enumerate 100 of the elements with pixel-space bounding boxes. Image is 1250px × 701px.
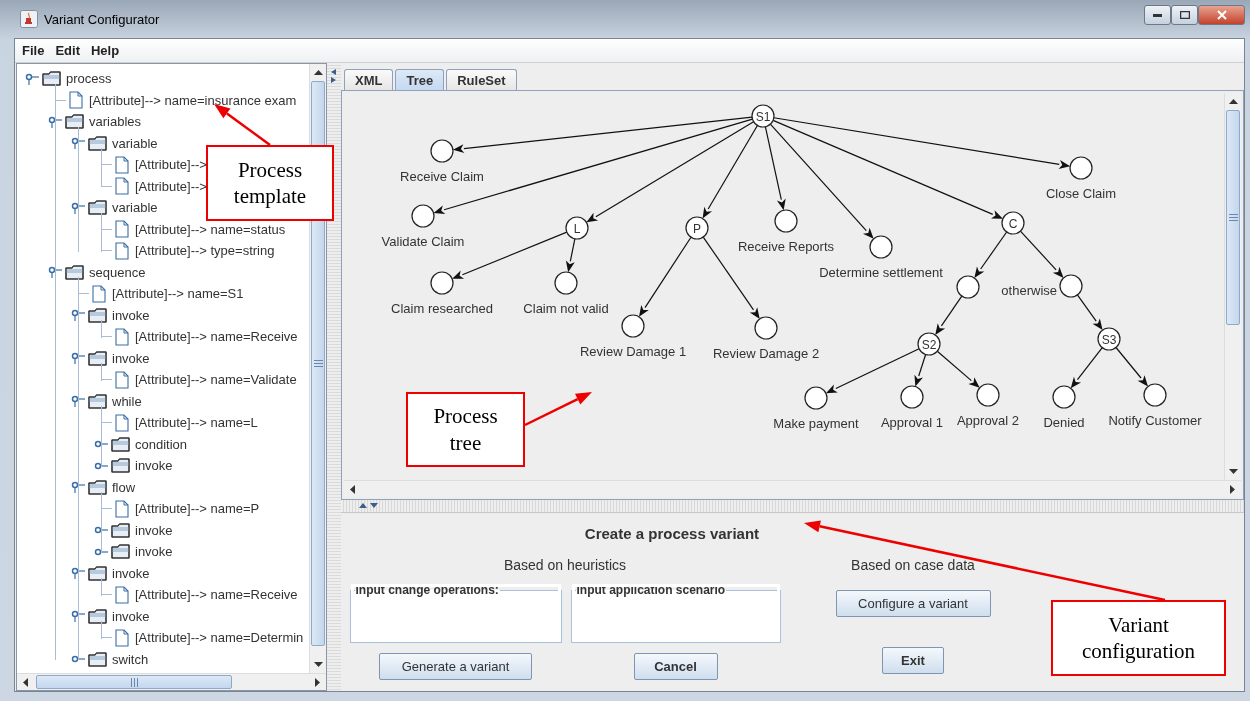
file-icon xyxy=(115,413,129,432)
expanded-handle-icon[interactable] xyxy=(25,72,40,85)
tree-node-label[interactable]: [Attribute]--> name=Determin xyxy=(135,630,304,646)
close-button[interactable] xyxy=(1198,5,1245,25)
tree-node-label[interactable]: sequence xyxy=(89,264,146,280)
file-icon xyxy=(115,177,129,196)
tree-node-label[interactable]: flow xyxy=(112,479,136,495)
tree-node-label[interactable]: invoke xyxy=(135,458,173,474)
tab[interactable]: XML xyxy=(344,69,394,90)
folder-icon xyxy=(65,264,84,280)
tree-node: S3 xyxy=(1097,327,1121,351)
menu-item[interactable]: Help xyxy=(90,43,120,58)
expanded-handle-icon[interactable] xyxy=(71,201,86,214)
tree-edge xyxy=(936,350,980,388)
section-heading: Based on heuristics xyxy=(503,557,627,575)
folder-icon xyxy=(88,307,107,323)
tree-node: P xyxy=(685,216,709,240)
tree-node-label[interactable]: [Attribute]--> xyxy=(135,157,207,173)
scroll-left-icon[interactable] xyxy=(23,678,28,687)
expanded-handle-icon[interactable] xyxy=(48,266,63,279)
action-button[interactable]: Configure a variant xyxy=(835,590,991,617)
tree-node xyxy=(621,314,645,338)
scroll-grip-icon xyxy=(313,360,323,367)
tree-node-label[interactable]: [Attribute]--> name=Receive xyxy=(135,329,298,345)
file-icon xyxy=(115,241,129,260)
tree-node-label[interactable]: [Attribute]--> name=Validate xyxy=(135,372,297,388)
scroll-right-icon[interactable] xyxy=(315,678,320,687)
file-icon xyxy=(115,370,129,389)
node-label: Close Claim xyxy=(1045,186,1117,201)
tree-node-label[interactable]: variable xyxy=(112,135,158,151)
folder-icon xyxy=(42,71,61,87)
maximize-button[interactable] xyxy=(1171,5,1198,25)
node-label: Receive Claim xyxy=(400,169,484,184)
tree-node-label[interactable]: variable xyxy=(112,200,158,216)
file-icon xyxy=(115,585,129,604)
callout: Process tree xyxy=(406,392,525,467)
expanded-handle-icon[interactable] xyxy=(71,567,86,580)
expanded-handle-icon[interactable] xyxy=(71,137,86,150)
tab[interactable]: Tree xyxy=(395,69,445,90)
tree-node-label[interactable]: invoke xyxy=(112,307,150,323)
menu-item[interactable]: Edit xyxy=(55,43,80,58)
expanded-handle-icon[interactable] xyxy=(71,395,86,408)
scroll-left-icon[interactable] xyxy=(350,485,355,494)
horizontal-scrollbar[interactable] xyxy=(17,673,326,690)
menu-item[interactable]: File xyxy=(22,43,45,58)
close-icon xyxy=(1216,10,1227,20)
vertical-scrollbar[interactable] xyxy=(1224,93,1241,480)
tree-node-label[interactable]: while xyxy=(112,393,142,409)
tree-node-label[interactable]: variables xyxy=(89,114,142,130)
tree-node-label[interactable]: [Attribute]--> name=Receive xyxy=(135,587,298,603)
node-label: Approval 2 xyxy=(956,413,1020,428)
action-button[interactable]: Exit xyxy=(882,647,944,674)
tree-node xyxy=(976,383,1000,407)
expanded-handle-icon[interactable] xyxy=(71,309,86,322)
tree-node xyxy=(1143,383,1167,407)
node-label: Determine settlement xyxy=(819,265,943,280)
action-button[interactable]: Cancel xyxy=(633,653,718,680)
tree-node-label[interactable]: [Attribute]--> name=P xyxy=(135,501,260,517)
tree-node-label[interactable]: [Attribute]--> name=L xyxy=(135,415,258,431)
tree-node-label[interactable]: invoke xyxy=(112,350,150,366)
scroll-up-icon[interactable] xyxy=(314,70,323,75)
tree-node-label[interactable]: process xyxy=(66,71,112,87)
scroll-up-icon[interactable] xyxy=(1229,99,1238,104)
node-label: Receive Reports xyxy=(737,239,835,254)
tree-node-label[interactable]: condition xyxy=(135,436,188,452)
input-area[interactable]: Input application scenario xyxy=(570,583,781,643)
folder-icon xyxy=(111,458,130,474)
tree-node-label[interactable]: switch xyxy=(112,651,149,667)
folder-icon xyxy=(88,350,107,366)
tree-node-label[interactable]: invoke xyxy=(112,565,150,581)
tree-node-label[interactable]: [Attribute]--> xyxy=(135,178,207,194)
input-area[interactable]: Input change operations: xyxy=(349,583,562,643)
scroll-down-icon[interactable] xyxy=(314,662,323,667)
action-button[interactable]: Generate a variant xyxy=(379,653,532,680)
tree-node-label[interactable]: invoke xyxy=(135,544,173,560)
node-label: otherwise xyxy=(1001,283,1057,298)
expanded-handle-icon[interactable] xyxy=(71,352,86,365)
folder-icon xyxy=(88,135,107,151)
tree-node xyxy=(411,204,435,228)
tab[interactable]: RuleSet xyxy=(446,69,517,90)
tree-node-label[interactable]: [Attribute]--> type=string xyxy=(135,243,275,259)
tree-node-label[interactable]: [Attribute]--> name=S1 xyxy=(112,286,244,302)
expanded-handle-icon[interactable] xyxy=(48,115,63,128)
minimize-button[interactable] xyxy=(1144,5,1171,25)
tree-node-label[interactable]: [Attribute]--> name=insurance exam xyxy=(89,92,297,108)
splitter-arrows-icon[interactable] xyxy=(359,503,379,509)
scroll-down-icon[interactable] xyxy=(1229,469,1238,474)
node-label: Validate Claim xyxy=(381,234,465,249)
node-label: Denied xyxy=(1043,415,1085,430)
tree-node-label[interactable]: invoke xyxy=(112,608,150,624)
horizontal-scrollbar[interactable] xyxy=(344,480,1241,497)
collapse-arrows-icon[interactable] xyxy=(331,69,337,83)
expanded-handle-icon[interactable] xyxy=(71,610,86,623)
file-icon xyxy=(69,91,83,110)
scroll-right-icon[interactable] xyxy=(1230,485,1235,494)
expanded-handle-icon[interactable] xyxy=(71,481,86,494)
callout: Variant configuration xyxy=(1051,600,1226,676)
node-label: Claim researched xyxy=(391,301,493,316)
tree-node-label[interactable]: invoke xyxy=(135,522,173,538)
tree-node-label[interactable]: [Attribute]--> name=status xyxy=(135,221,286,237)
